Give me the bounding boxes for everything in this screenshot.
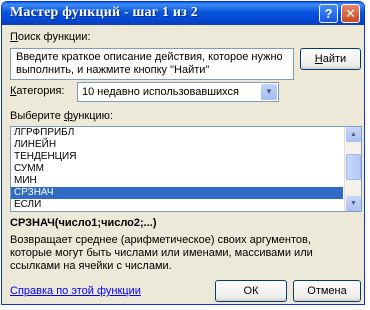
function-list-item[interactable]: ЕСЛИ: [11, 199, 343, 211]
category-value: 10 недавно использовавшихся: [82, 86, 240, 98]
dialog-title: Мастер функций - шаг 1 из 2: [10, 5, 198, 20]
category-label: Категория:: [10, 85, 65, 97]
help-link[interactable]: Справка по этой функции: [10, 285, 141, 297]
cancel-button[interactable]: Отмена: [293, 280, 361, 302]
function-list[interactable]: ЛГРФПРИБЛ ЛИНЕЙН ТЕНДЕНЦИЯ СУММ МИН СРЗНАЧ ЕСЛ…: [10, 126, 362, 212]
scroll-down-icon[interactable]: ▼: [346, 196, 361, 211]
search-label: Поиск функции:: [10, 31, 91, 43]
function-wizard-dialog: Мастер функций - шаг 1 из 2 ? ✕ Поиск фу…: [1, 1, 365, 305]
function-list-item[interactable]: ЛГРФПРИБЛ: [11, 127, 343, 139]
scrollbar[interactable]: ▲ ▼: [344, 127, 361, 211]
scroll-up-icon[interactable]: ▲: [346, 127, 361, 142]
title-bar[interactable]: Мастер функций - шаг 1 из 2 ? ✕: [2, 2, 364, 25]
function-list-label: Выберите функцию:: [10, 110, 113, 122]
function-list-item[interactable]: ЛИНЕЙН: [11, 139, 343, 151]
function-list-item[interactable]: ТЕНДЕНЦИЯ: [11, 151, 343, 163]
chevron-down-icon[interactable]: ▼: [261, 84, 277, 100]
search-input[interactable]: Введите краткое описание действия, котор…: [10, 48, 294, 80]
function-list-item[interactable]: СРЗНАЧ: [11, 187, 343, 199]
function-list-item[interactable]: СУММ: [11, 163, 343, 175]
function-list-item[interactable]: МИН: [11, 175, 343, 187]
ok-button[interactable]: ОК: [215, 280, 287, 302]
category-select[interactable]: 10 недавно использовавшихся ▼: [77, 82, 279, 102]
find-button[interactable]: Найти: [300, 48, 361, 70]
close-icon[interactable]: ✕: [341, 4, 360, 23]
function-signature: СРЗНАЧ(число1;число2;...): [10, 217, 157, 229]
function-description: Возвращает среднее (арифметическое) свои…: [10, 234, 313, 272]
help-icon[interactable]: ?: [319, 4, 338, 23]
scroll-thumb[interactable]: [346, 154, 361, 180]
